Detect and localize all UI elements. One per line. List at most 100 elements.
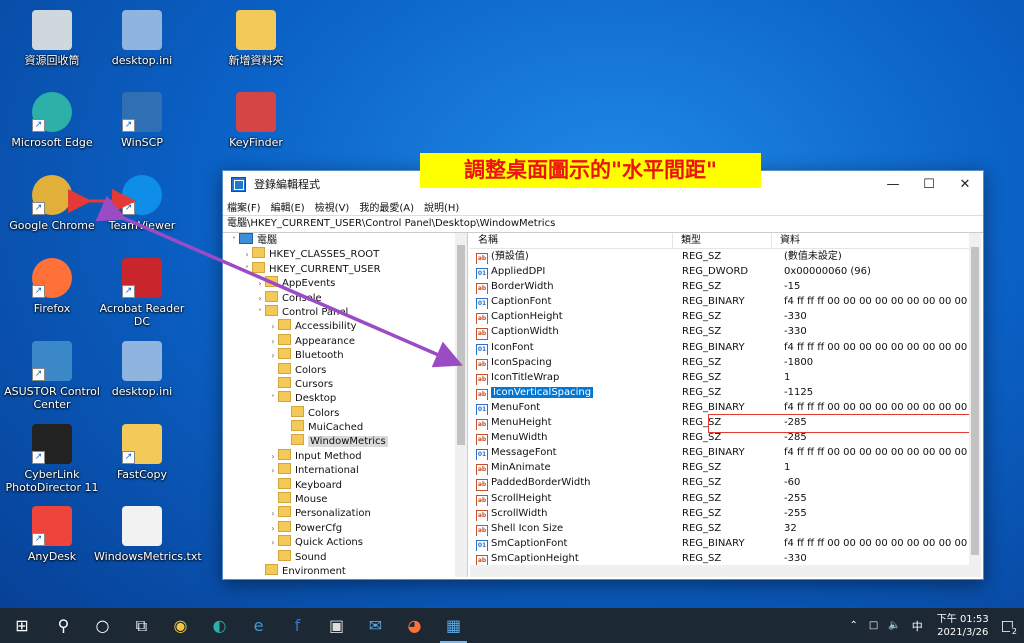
firefox-icon[interactable]: ◕ [395, 608, 434, 643]
desktop-icon[interactable]: ↗ WinSCP [94, 92, 190, 149]
menu-favorites[interactable]: 我的最愛(A) [359, 199, 414, 214]
tree-node[interactable]: › PowerCfg [223, 520, 467, 536]
desktop-icon[interactable]: desktop.ini [94, 10, 190, 67]
value-row[interactable]: ab SmCaptionHeight REG_SZ -330 [470, 551, 981, 566]
value-row[interactable]: 01 MessageFont REG_BINARY f4 ff ff ff 00 00… [470, 445, 981, 461]
expand-arrow-icon[interactable]: › [268, 450, 278, 464]
tree-node[interactable]: › Appearance [223, 333, 467, 349]
chrome-icon[interactable]: ◉ [161, 608, 200, 643]
ie-icon[interactable]: e [239, 608, 278, 643]
column-data[interactable]: 資料 [772, 233, 980, 248]
tree-node[interactable]: › Bluetooth [223, 348, 467, 362]
minimize-button[interactable]: — [875, 171, 911, 197]
value-row[interactable]: ab IconVerticalSpacing REG_SZ -1125 [470, 385, 981, 400]
tree-node[interactable]: ˅ HKEY_CURRENT_USER [223, 261, 467, 277]
tree-node[interactable]: › International [223, 463, 467, 477]
tree-node[interactable]: Colors [223, 405, 467, 420]
value-row[interactable]: 01 AppliedDPI REG_DWORD 0x00000060 (96) [470, 264, 981, 280]
expand-arrow-icon[interactable]: › [242, 248, 252, 262]
value-row[interactable]: ab IconSpacing REG_SZ -1800 [470, 355, 981, 370]
column-type[interactable]: 類型 [673, 233, 772, 248]
tree-node[interactable]: › Console [223, 290, 467, 305]
expand-arrow-icon[interactable]: › [268, 464, 278, 478]
value-row[interactable]: ab CaptionWidth REG_SZ -330 [470, 324, 981, 340]
tree-node[interactable]: ˅ 電腦 [223, 233, 467, 247]
speaker-icon[interactable]: 🔈 [888, 620, 900, 631]
expand-arrow-icon[interactable]: ˅ [229, 234, 239, 248]
expand-arrow-icon[interactable]: › [268, 507, 278, 521]
expand-arrow-icon[interactable]: ˅ [255, 306, 265, 320]
task-view-icon[interactable]: ⧉ [122, 608, 161, 643]
desktop-icon[interactable]: KeyFinder [208, 92, 304, 149]
tree-node[interactable]: › Input Method [223, 448, 467, 464]
value-row[interactable]: 01 CaptionFont REG_BINARY f4 ff ff ff 00 00… [470, 294, 981, 310]
expand-arrow-icon[interactable]: › [268, 349, 278, 363]
expand-arrow-icon[interactable]: › [268, 320, 278, 334]
desktop-icon[interactable]: ↗ AnyDesk [4, 506, 100, 563]
tree-node[interactable]: › Accessibility [223, 319, 467, 333]
clock[interactable]: 下午 01:53 2021/3/26 [937, 613, 989, 639]
desktop-icon[interactable]: WindowsMetrics.txt [94, 506, 202, 563]
edge-icon[interactable]: ◐ [200, 608, 239, 643]
tree-node[interactable]: Environment [223, 563, 467, 577]
value-row[interactable]: ab ScrollWidth REG_SZ -255 [470, 506, 981, 521]
desktop-icon[interactable]: ↗ Acrobat Reader DC [94, 258, 190, 328]
desktop-icon[interactable]: ↗ Firefox [4, 258, 100, 315]
tree-node[interactable]: ˅ Desktop [223, 391, 467, 405]
tree-node[interactable]: › HKEY_CLASSES_ROOT [223, 247, 467, 261]
chevron-up-icon[interactable]: ⌃ [849, 620, 857, 631]
tree-node[interactable]: Cursors [223, 376, 467, 391]
value-row[interactable]: ab IconTitleWrap REG_SZ 1 [470, 370, 981, 385]
menu-view[interactable]: 檢視(V) [315, 199, 350, 214]
value-row[interactable]: 01 MenuFont REG_BINARY f4 ff ff ff 00 00 00… [470, 400, 981, 416]
tree-node[interactable]: Sound [223, 549, 467, 564]
cortana-icon[interactable]: ○ [83, 608, 122, 643]
value-row[interactable]: ab (預設值) REG_SZ (數值未設定) [470, 249, 981, 265]
tree-node[interactable]: ˅ Control Panel [223, 304, 467, 320]
desktop-icon[interactable]: ↗ FastCopy [94, 424, 190, 481]
tree-node[interactable]: Colors [223, 362, 467, 377]
close-button[interactable]: ✕ [947, 171, 983, 197]
tree-node[interactable]: WindowMetrics [223, 434, 467, 448]
tree-node[interactable]: Mouse [223, 492, 467, 506]
value-row[interactable]: ab ScrollHeight REG_SZ -255 [470, 491, 981, 506]
expand-arrow-icon[interactable]: › [255, 277, 265, 291]
value-row[interactable]: ab Shell Icon Size REG_SZ 32 [470, 521, 981, 536]
desktop-icon[interactable]: ↗ Google Chrome [4, 175, 100, 232]
desktop-icon[interactable]: desktop.ini [94, 341, 190, 398]
menu-file[interactable]: 檔案(F) [227, 199, 261, 214]
desktop-icon[interactable]: ↗ CyberLink PhotoDirector 11 [4, 424, 100, 494]
search-icon[interactable]: ⚲ [44, 608, 83, 643]
desktop-icon[interactable]: ↗ Microsoft Edge [4, 92, 100, 149]
list-horizontal-scrollbar[interactable] [470, 565, 969, 577]
maximize-button[interactable]: ☐ [911, 171, 947, 197]
expand-arrow-icon[interactable]: ˅ [242, 263, 252, 277]
regedit-icon[interactable]: ▦ [434, 608, 473, 643]
address-bar[interactable]: 電腦\HKEY_CURRENT_USER\Control Panel\Deskt… [223, 215, 983, 233]
expand-arrow-icon[interactable]: › [268, 522, 278, 536]
list-scrollbar[interactable] [969, 233, 981, 577]
value-row[interactable]: ab PaddedBorderWidth REG_SZ -60 [470, 475, 981, 491]
start-icon[interactable]: ⊞ [0, 608, 44, 643]
expand-arrow-icon[interactable]: › [268, 536, 278, 550]
desktop-icon[interactable]: ↗ TeamViewer [94, 175, 190, 232]
notification-icon[interactable]: □ 2 [1001, 618, 1019, 636]
store-icon[interactable]: ▣ [317, 608, 356, 643]
network-icon[interactable]: □ [869, 620, 878, 631]
tree-node[interactable]: MuiCached [223, 420, 467, 434]
tree-node[interactable]: Keyboard [223, 477, 467, 492]
facebook-icon[interactable]: f [278, 608, 317, 643]
menu-help[interactable]: 說明(H) [424, 199, 459, 214]
expand-arrow-icon[interactable]: › [268, 335, 278, 349]
tree-node[interactable]: › Personalization [223, 506, 467, 520]
menu-edit[interactable]: 編輯(E) [271, 199, 305, 214]
value-row[interactable]: 01 IconFont REG_BINARY f4 ff ff ff 00 00 00… [470, 340, 981, 355]
desktop-icon[interactable]: 資源回收筒 [4, 10, 100, 67]
input-language[interactable]: 中 [912, 618, 923, 634]
value-row[interactable]: 01 SmCaptionFont REG_BINARY f4 ff ff ff 00 … [470, 536, 981, 551]
mail-icon[interactable]: ✉ [356, 608, 395, 643]
value-row[interactable]: ab CaptionHeight REG_SZ -330 [470, 309, 981, 325]
tree-node[interactable]: › Quick Actions [223, 535, 467, 549]
expand-arrow-icon[interactable]: ˅ [268, 392, 278, 406]
tree-node[interactable]: › AppEvents [223, 276, 467, 290]
